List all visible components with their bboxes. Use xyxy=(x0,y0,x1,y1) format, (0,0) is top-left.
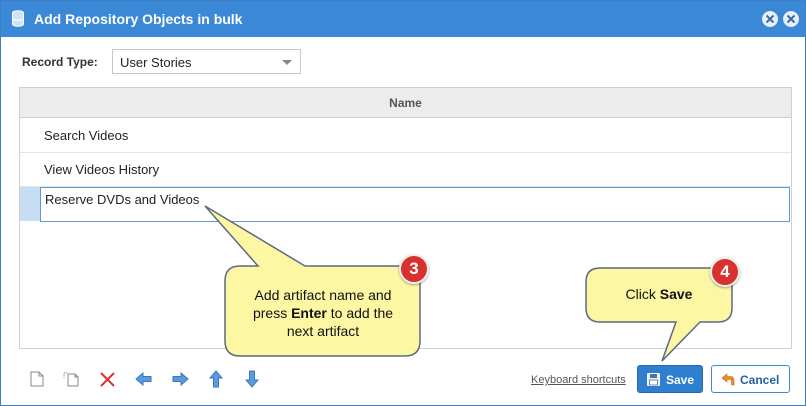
floppy-disk-icon xyxy=(647,373,660,386)
move-down-icon xyxy=(244,370,260,388)
save-button-label: Save xyxy=(666,373,695,387)
record-type-select[interactable]: User Stories xyxy=(112,49,301,74)
callout-step4-text: Click Save xyxy=(588,285,730,303)
chevron-down-icon xyxy=(282,60,292,65)
grid-header: Name xyxy=(20,88,791,118)
callout-step3-line3: next artifact xyxy=(286,323,360,339)
minimize-icon xyxy=(762,11,778,27)
indent-button[interactable] xyxy=(170,369,190,389)
add-repository-objects-dialog: Add Repository Objects in bulk Record Ty… xyxy=(0,0,806,406)
record-type-value: User Stories xyxy=(120,55,192,70)
delete-icon xyxy=(100,372,115,387)
row-name-cell[interactable]: Search Videos xyxy=(44,128,128,143)
callout-step4-save: Save xyxy=(659,286,693,302)
table-row[interactable]: Search Videos xyxy=(20,119,791,153)
callout-step3-line2-post: to add the xyxy=(326,305,394,321)
callout-step3-text: Add artifact name and press Enter to add… xyxy=(228,286,418,340)
name-column-header[interactable]: Name xyxy=(20,96,791,110)
minimize-button[interactable] xyxy=(762,11,778,27)
callout-step3-enter-key: Enter xyxy=(291,305,327,321)
cancel-button[interactable]: Cancel xyxy=(711,365,790,393)
undo-arrow-icon xyxy=(721,373,735,386)
new-row-button[interactable] xyxy=(27,369,47,389)
delete-button[interactable] xyxy=(98,369,118,389)
move-up-icon xyxy=(208,370,224,388)
new-row-icon xyxy=(30,371,44,387)
callout-step4-pre: Click xyxy=(625,286,660,302)
callout-step3-line1: Add artifact name and xyxy=(254,287,392,303)
move-up-button[interactable] xyxy=(206,369,226,389)
indent-icon xyxy=(172,371,189,387)
database-icon xyxy=(12,10,24,27)
row-name-input-value: Reserve DVDs and Videos xyxy=(45,192,200,207)
dialog-title: Add Repository Objects in bulk xyxy=(34,11,243,27)
record-type-label: Record Type: xyxy=(22,55,98,69)
insert-row-icon xyxy=(63,372,79,387)
step-3-badge: 3 xyxy=(399,254,429,284)
row-selection-marker[interactable] xyxy=(20,187,40,221)
save-button[interactable]: Save xyxy=(637,365,703,393)
row-name-cell[interactable]: View Videos History xyxy=(44,162,159,177)
row-name-input[interactable]: Reserve DVDs and Videos xyxy=(40,187,790,222)
dialog-titlebar: Add Repository Objects in bulk xyxy=(1,1,805,37)
step-4-badge: 4 xyxy=(710,257,740,287)
keyboard-shortcuts-link[interactable]: Keyboard shortcuts xyxy=(531,374,626,386)
insert-row-button[interactable] xyxy=(62,369,82,389)
callout-step3-line2-pre: press xyxy=(252,305,292,321)
move-down-button[interactable] xyxy=(242,369,262,389)
close-button[interactable] xyxy=(783,11,799,27)
callout-step3-line2: press Enter to add the xyxy=(228,304,418,322)
table-row-editing[interactable]: Reserve DVDs and Videos xyxy=(20,187,791,222)
outdent-icon xyxy=(135,371,152,387)
close-icon xyxy=(783,11,799,27)
cancel-button-label: Cancel xyxy=(740,373,780,387)
outdent-button[interactable] xyxy=(134,369,154,389)
table-row[interactable]: View Videos History xyxy=(20,153,791,187)
